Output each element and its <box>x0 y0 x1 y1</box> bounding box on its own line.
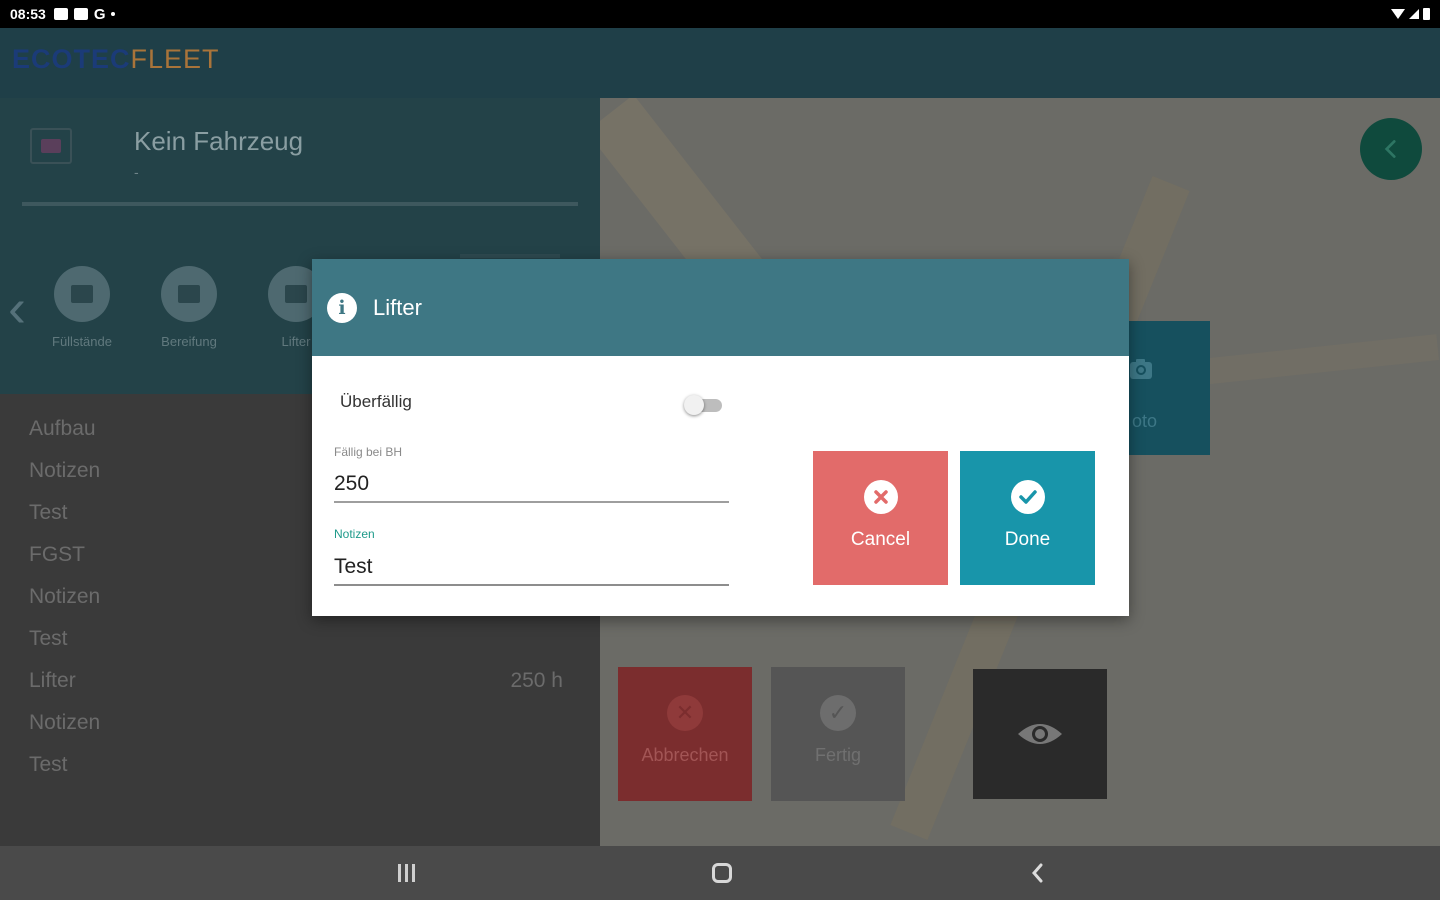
list-item-label: Notizen <box>29 585 101 608</box>
list-item-label: FGST <box>29 543 85 566</box>
list-item[interactable]: Test <box>0 618 600 660</box>
cancel-button[interactable]: Cancel <box>813 451 948 585</box>
done-button[interactable]: Done <box>960 451 1095 585</box>
category-icon <box>54 266 110 322</box>
home-button[interactable] <box>692 846 752 900</box>
app-bar: ECOTECFLEET <box>0 28 1440 98</box>
overdue-label: Überfällig <box>340 392 412 411</box>
due-bh-input[interactable] <box>334 471 729 503</box>
lifter-dialog: i Lifter Überfällig Fällig bei BH Notize… <box>312 259 1129 616</box>
list-item[interactable]: Lifter 250 h <box>0 660 600 702</box>
notes-field-label: Notizen <box>334 527 375 541</box>
dialog-header: i Lifter <box>312 259 1129 356</box>
divider <box>22 202 578 206</box>
wifi-icon <box>1391 9 1405 19</box>
battery-icon <box>1423 8 1430 20</box>
logo-primary: ECOTEC <box>12 44 131 74</box>
status-bar: 08:53 G <box>0 0 1440 28</box>
status-time: 08:53 <box>10 6 46 22</box>
close-icon: ✕ <box>667 695 703 731</box>
notes-input[interactable] <box>334 554 729 586</box>
back-icon <box>1032 863 1043 883</box>
list-item[interactable]: Test <box>0 744 600 786</box>
toggle-thumb <box>684 395 704 415</box>
app-logo: ECOTECFLEET <box>12 44 220 75</box>
back-button[interactable] <box>1360 118 1422 180</box>
done-button-label: Done <box>1004 529 1051 550</box>
chevron-left-icon[interactable]: ‹ <box>8 278 34 338</box>
due-field-label: Fällig bei BH <box>334 445 403 459</box>
vehicle-title: Kein Fahrzeug <box>134 126 304 156</box>
category-fuellstaende[interactable]: Füllstände <box>39 266 125 349</box>
list-item-label: Lifter <box>29 669 76 692</box>
logo-secondary: FLEET <box>130 44 220 74</box>
vehicle-image-icon[interactable] <box>30 128 72 164</box>
list-item-label: Aufbau <box>29 417 96 440</box>
more-notifications-icon <box>111 12 116 16</box>
fertig-label: Fertig <box>814 745 861 765</box>
divider <box>460 254 560 258</box>
notification-icon <box>53 8 68 20</box>
chevron-left-icon <box>1384 140 1396 158</box>
category-icon <box>161 266 217 322</box>
fertig-button[interactable]: ✓ Fertig <box>771 667 905 801</box>
photo-button-label: oto <box>1132 411 1158 431</box>
list-item-label: Test <box>29 627 68 650</box>
list-item-label: Test <box>29 501 68 524</box>
vehicle-subtitle: - <box>134 164 139 180</box>
list-item-label: Test <box>29 753 68 776</box>
category-bereifung[interactable]: Bereifung <box>146 266 232 349</box>
signal-icon <box>1409 9 1419 19</box>
status-notification-icons: G <box>53 5 116 23</box>
camera-icon <box>1130 359 1152 379</box>
photo-button[interactable]: oto <box>1128 321 1210 455</box>
cancel-button-label: Cancel <box>850 529 911 550</box>
google-icon: G <box>93 5 106 23</box>
category-label: Füllstände <box>52 334 112 349</box>
system-nav-bar <box>0 846 1440 900</box>
list-item-label: Notizen <box>29 459 101 482</box>
nav-back-button[interactable] <box>1008 846 1068 900</box>
category-label: Bereifung <box>161 334 217 349</box>
close-icon <box>863 480 898 514</box>
check-icon <box>1010 480 1045 514</box>
category-label: Lifter <box>281 334 311 349</box>
info-icon: i <box>327 292 357 323</box>
recents-icon <box>397 864 415 882</box>
check-icon: ✓ <box>820 695 856 731</box>
recents-button[interactable] <box>376 846 436 900</box>
abbrechen-button[interactable]: ✕ Abbrechen <box>618 667 752 801</box>
overdue-toggle[interactable] <box>684 395 722 415</box>
gallery-icon <box>73 8 88 20</box>
eye-icon <box>1018 724 1062 744</box>
list-item-value: 250 h <box>510 669 563 692</box>
status-system-icons <box>1391 8 1430 20</box>
list-item-label: Notizen <box>29 711 101 734</box>
list-item[interactable]: Notizen <box>0 702 600 744</box>
home-icon <box>712 863 732 883</box>
abbrechen-label: Abbrechen <box>641 745 729 765</box>
dialog-title: Lifter <box>373 294 422 320</box>
preview-button[interactable] <box>973 669 1107 799</box>
